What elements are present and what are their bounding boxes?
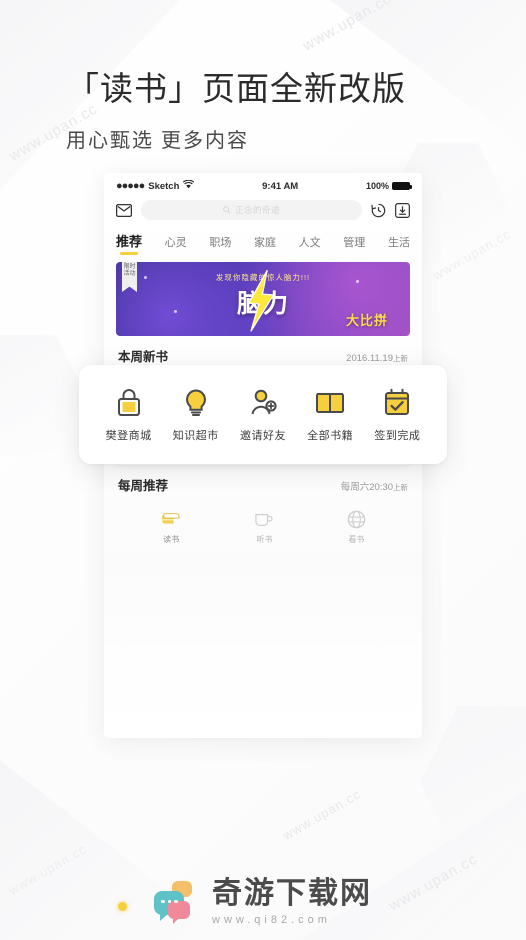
globe-icon <box>347 508 366 530</box>
page-root: www.upan.cc www.upan.cc www.upan.cc www.… <box>0 0 526 940</box>
shopping-bag-icon <box>97 386 161 420</box>
calendar-check-icon <box>365 386 429 420</box>
wifi-icon <box>183 179 195 192</box>
category-tab-2[interactable]: 职场 <box>209 234 231 256</box>
battery-percent: 100% <box>365 181 389 191</box>
weekly-title: 每周推荐 <box>118 479 169 493</box>
weekly-header: 每周推荐 每周六20:30上新 <box>104 465 422 500</box>
weekly-tab-read[interactable]: 读书 <box>160 508 182 545</box>
section-date-value: 2016.11.19 <box>346 353 393 364</box>
history-clock-icon[interactable] <box>371 203 386 218</box>
quick-action-label: 樊登商城 <box>105 430 152 442</box>
book-icon <box>160 508 182 530</box>
category-tabs: 推荐 心灵 职场 家庭 人文 管理 生活 <box>104 227 422 256</box>
page-title: 「读书」页面全新改版 <box>66 72 406 108</box>
invite-friend-icon <box>231 386 295 420</box>
quick-action-knowledge[interactable]: 知识超市 <box>164 386 228 443</box>
category-tab-1[interactable]: 心灵 <box>165 234 187 256</box>
category-tab-6[interactable]: 生活 <box>388 234 410 256</box>
chat-bubbles-icon <box>154 880 200 925</box>
status-bar: ●●●●● Sketch 9:41 AM 100% <box>104 173 422 195</box>
search-icon <box>223 206 231 214</box>
site-logo: 奇游下载网 www.qi82.com <box>0 879 526 926</box>
quick-action-label: 邀请好友 <box>239 430 286 442</box>
watermark: www.upan.cc <box>430 226 514 283</box>
quick-action-checkin[interactable]: 签到完成 <box>365 386 429 443</box>
cup-icon <box>254 508 274 530</box>
decor-hexagon <box>420 700 526 865</box>
carrier-label: Sketch <box>148 180 180 192</box>
weekly-tab-label: 看书 <box>348 535 365 544</box>
lightbulb-icon <box>164 386 228 420</box>
banner-footer: 大比拼 <box>345 313 388 328</box>
signal-dots-icon: ●●●●● <box>116 180 145 192</box>
lightning-bolt-icon <box>247 270 275 332</box>
spark-dot-icon <box>118 902 127 911</box>
quick-action-label: 全部书籍 <box>307 430 354 442</box>
battery-full-icon <box>392 182 412 190</box>
status-time: 9:41 AM <box>262 180 299 192</box>
search-input[interactable]: 正念的奇迹 <box>141 200 362 220</box>
site-url: www.qi82.com <box>212 914 331 926</box>
weekly-schedule-value: 每周六20:30 <box>340 482 393 493</box>
section-date: 2016.11.19上新 <box>346 353 408 364</box>
quick-action-invite[interactable]: 邀请好友 <box>231 386 295 443</box>
weekly-schedule: 每周六20:30上新 <box>341 479 408 493</box>
site-logo-text: 奇游下载网 www.qi82.com <box>212 877 372 927</box>
banner-wrapper: 限时活动 发现你隐藏的惊人脑力!!! 脑力 大比拼 <box>104 256 422 336</box>
category-tab-5[interactable]: 管理 <box>343 234 365 256</box>
decor-hexagon <box>0 330 86 460</box>
category-tab-4[interactable]: 人文 <box>299 234 321 256</box>
open-book-icon <box>298 386 362 420</box>
weekly-tabs: 读书 听书 看书 <box>104 500 422 545</box>
weekly-tab-label: 听书 <box>256 535 273 544</box>
download-icon[interactable] <box>395 202 410 218</box>
section-title: 本周新书 <box>118 350 169 364</box>
weekly-tab-listen[interactable]: 听书 <box>254 508 274 545</box>
category-tab-3[interactable]: 家庭 <box>254 234 276 256</box>
watermark: www.upan.cc <box>300 0 395 55</box>
weekly-tab-view[interactable]: 看书 <box>347 508 366 545</box>
top-bar: 正念的奇迹 <box>104 195 422 227</box>
quick-actions-card: 樊登商城 知识超市 邀请好友 全部书籍 签到完成 <box>79 365 447 464</box>
quick-action-label: 签到完成 <box>374 430 421 442</box>
mail-icon[interactable] <box>116 203 132 217</box>
weekly-tab-label: 读书 <box>163 535 180 544</box>
quick-action-shop[interactable]: 樊登商城 <box>97 386 161 443</box>
quick-action-label: 知识超市 <box>172 430 219 442</box>
category-tab-0[interactable]: 推荐 <box>116 231 142 256</box>
promo-banner[interactable]: 限时活动 发现你隐藏的惊人脑力!!! 脑力 大比拼 <box>116 262 410 336</box>
heading-block: 「读书」页面全新改版 用心甄选 更多内容 <box>66 62 406 153</box>
search-placeholder: 正念的奇迹 <box>234 205 280 215</box>
site-name: 奇游下载网 <box>212 877 372 910</box>
quick-action-allbooks[interactable]: 全部书籍 <box>298 386 362 443</box>
watermark: www.upan.cc <box>280 786 364 843</box>
page-subtitle: 用心甄选 更多内容 <box>66 130 249 152</box>
weekly-schedule-suffix: 上新 <box>393 483 408 492</box>
section-date-suffix: 上新 <box>393 354 408 363</box>
